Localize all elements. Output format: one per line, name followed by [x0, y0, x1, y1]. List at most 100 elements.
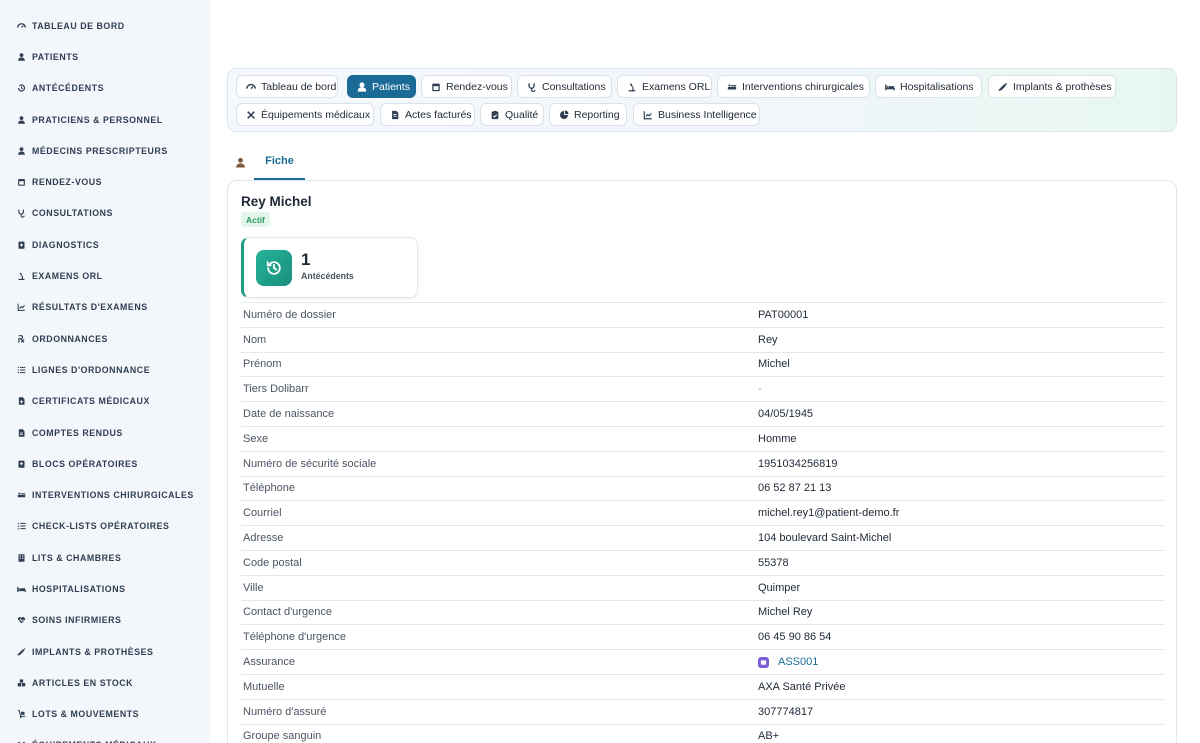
nav-pill-label: Patients — [372, 80, 410, 93]
main-content: Tableau de bord Patients Rendez-vous Con… — [210, 0, 1200, 743]
insurance-link[interactable]: ASS001 — [778, 656, 818, 668]
sidebar-item-articles-en-stock[interactable]: Articles en stock — [0, 667, 210, 698]
module-nav-panel: Tableau de bord Patients Rendez-vous Con… — [227, 68, 1177, 132]
sidebar-item-implants-prothèses[interactable]: Implants & prothèses — [0, 636, 210, 667]
sidebar-item-lots-mouvements[interactable]: Lots & mouvements — [0, 699, 210, 730]
list-icon — [17, 365, 26, 374]
field-label: Tiers Dolibarr — [243, 383, 309, 396]
field-value: - — [758, 383, 762, 396]
nav-pill-1[interactable]: Patients — [347, 75, 416, 98]
sidebar-item-soins-infirmiers[interactable]: Soins infirmiers — [0, 605, 210, 636]
nav-pill-7[interactable]: Implants & prothèses — [988, 75, 1116, 98]
boxes-icon — [17, 678, 26, 687]
nav-pill-9[interactable]: Actes facturés — [380, 103, 475, 126]
patient-name: Rey Michel — [241, 194, 312, 209]
sidebar-item-interventions-chirurgicales[interactable]: Interventions chirurgicales — [0, 479, 210, 510]
checklist-icon — [17, 522, 26, 531]
syringe-icon — [998, 82, 1008, 92]
field-row: Adresse 104 boulevard Saint-Michel — [241, 525, 1164, 550]
nav-pill-label: Implants & prothèses — [1013, 80, 1112, 93]
field-row: Code postal 55378 — [241, 549, 1164, 575]
sidebar-item-rendez-vous[interactable]: Rendez-vous — [0, 166, 210, 197]
nav-pill-12[interactable]: Business Intelligence — [633, 103, 760, 126]
sidebar-item-tableau-de-bord[interactable]: Tableau de bord — [0, 10, 210, 41]
sidebar-item-label: Lits & chambres — [32, 552, 122, 563]
sidebar-item-consultations[interactable]: Consultations — [0, 198, 210, 229]
sidebar-item-équipements-médicaux[interactable]: Équipements médicaux — [0, 730, 210, 743]
field-row: Sexe Homme — [241, 425, 1164, 451]
sidebar-item-patients[interactable]: Patients — [0, 41, 210, 72]
nav-pill-label: Rendez-vous — [446, 80, 508, 93]
sidebar-item-examens-orl[interactable]: Examens ORL — [0, 260, 210, 291]
field-row: Tiers Dolibarr - — [241, 376, 1164, 401]
hospital-icon — [17, 459, 26, 468]
field-value: Rey — [758, 333, 778, 346]
history-icon — [256, 250, 292, 286]
stethoscope-icon — [17, 209, 26, 218]
file-alt-icon — [17, 428, 26, 437]
sidebar-item-certificats-médicaux[interactable]: Certificats médicaux — [0, 386, 210, 417]
heartbeat-icon — [17, 616, 26, 625]
nav-pill-3[interactable]: Consultations — [517, 75, 612, 98]
sidebar: Tableau de bord Patients Antécédents Pra… — [0, 0, 210, 743]
nav-pill-10[interactable]: Qualité — [480, 103, 544, 126]
sidebar-item-comptes-rendus[interactable]: Comptes rendus — [0, 417, 210, 448]
field-value: Homme — [758, 432, 797, 445]
status-badge: Actif — [241, 212, 270, 227]
sidebar-item-ordonnances[interactable]: Ordonnances — [0, 323, 210, 354]
nav-pill-label: Équipements médicaux — [261, 108, 371, 121]
user-icon — [357, 81, 367, 92]
nav-pill-0[interactable]: Tableau de bord — [236, 75, 338, 98]
field-value: 1951034256819 — [758, 457, 838, 470]
field-label: Code postal — [243, 556, 302, 569]
field-value: 06 45 90 86 54 — [758, 631, 832, 644]
field-row: Numéro de dossier PAT00001 — [241, 302, 1164, 327]
sidebar-item-lignes-d-ordonnance[interactable]: Lignes d'ordonnance — [0, 354, 210, 385]
sidebar-item-label: Check-lists opératoires — [32, 521, 170, 532]
sidebar-item-check-lists-opératoires[interactable]: Check-lists opératoires — [0, 511, 210, 542]
nav-pill-8[interactable]: Équipements médicaux — [236, 103, 374, 126]
procedures-icon — [17, 491, 26, 500]
field-label: Contact d'urgence — [243, 606, 332, 619]
stat-value: 1 — [301, 250, 311, 269]
nav-pill-6[interactable]: Hospitalisations — [875, 75, 982, 98]
clipboard-check-icon — [490, 110, 500, 120]
field-row: Mutuelle AXA Santé Privée — [241, 673, 1164, 699]
nav-pill-4[interactable]: Examens ORL — [617, 75, 712, 98]
sidebar-item-lits-chambres[interactable]: Lits & chambres — [0, 542, 210, 573]
sidebar-item-praticiens-personnel[interactable]: Praticiens & personnel — [0, 104, 210, 135]
sidebar-item-hospitalisations[interactable]: Hospitalisations — [0, 573, 210, 604]
field-label: Numéro de sécurité sociale — [243, 457, 377, 470]
chart-pie-icon — [559, 109, 569, 120]
nav-pill-11[interactable]: Reporting — [549, 103, 627, 126]
tab-fiche[interactable]: Fiche — [254, 144, 305, 180]
field-row: Nom Rey — [241, 326, 1164, 352]
nav-pill-5[interactable]: Interventions chirurgicales — [717, 75, 870, 98]
field-label: Mutuelle — [243, 680, 285, 693]
sidebar-item-label: Praticiens & personnel — [32, 114, 163, 125]
sidebar-item-antécédents[interactable]: Antécédents — [0, 73, 210, 104]
field-label: Numéro d'assuré — [243, 705, 327, 718]
bed-icon — [885, 82, 895, 92]
patient-card: Rey Michel Actif 1 Antécédents Numéro de… — [227, 180, 1177, 743]
dashboard-icon — [246, 82, 256, 92]
stethoscope-icon — [527, 82, 537, 92]
sidebar-item-médecins-prescripteurs[interactable]: Médecins prescripteurs — [0, 135, 210, 166]
nav-pill-2[interactable]: Rendez-vous — [421, 75, 512, 98]
sidebar-item-résultats-d-examens[interactable]: Résultats d'examens — [0, 292, 210, 323]
field-label: Prénom — [243, 358, 282, 371]
sidebar-item-label: Antécédents — [32, 83, 105, 94]
field-list: Numéro de dossier PAT00001 Nom Rey Prénom Mic… — [241, 302, 1164, 743]
calendar-icon — [17, 178, 26, 187]
nav-pill-label: Hospitalisations — [900, 80, 974, 93]
user-icon — [227, 144, 253, 180]
field-label: Assurance — [243, 656, 295, 669]
antecedents-stat-card[interactable]: 1 Antécédents — [241, 237, 418, 298]
sidebar-item-diagnostics[interactable]: Diagnostics — [0, 229, 210, 260]
sidebar-item-label: Soins infirmiers — [32, 615, 122, 626]
field-value: AB+ — [758, 730, 780, 743]
field-label: Téléphone — [243, 482, 295, 495]
procedures-icon — [727, 82, 737, 92]
sidebar-item-blocs-opératoires[interactable]: Blocs opératoires — [0, 448, 210, 479]
sidebar-item-label: Ordonnances — [32, 333, 108, 344]
